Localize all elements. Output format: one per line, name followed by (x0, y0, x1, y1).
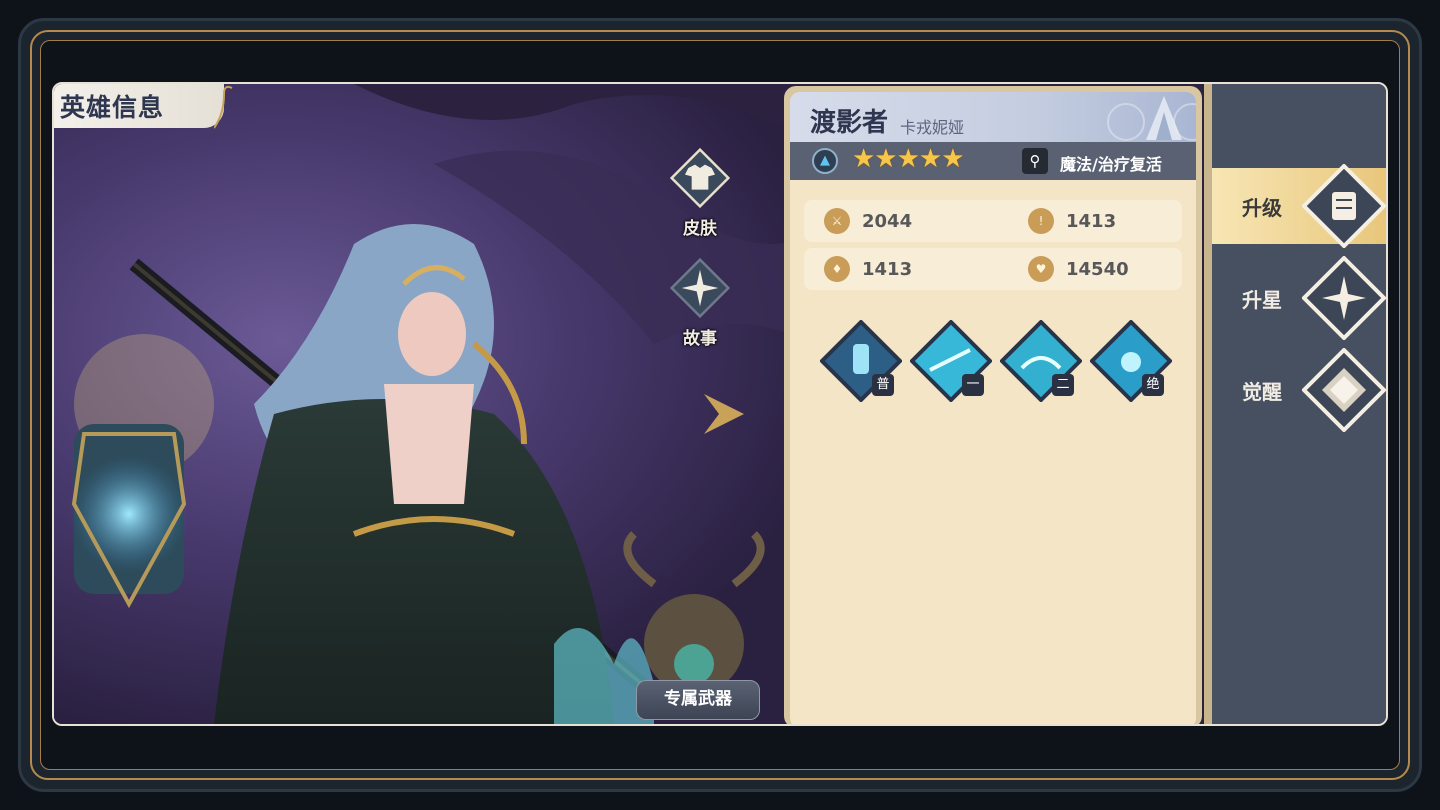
skin-button[interactable]: 皮肤 (660, 147, 740, 239)
scroll-icon (1302, 164, 1386, 248)
hero-name: 渡影者 (810, 108, 889, 138)
star-sparkle-icon (1302, 256, 1386, 340)
tab-upgrade-label: 升级 (1242, 196, 1282, 220)
skill-tag: 二 (1052, 374, 1074, 396)
hero-info-inner: 渡影者 卡戎妮娅 ▲ ★★★★★ ⚲ 魔法/治疗复活 ⚔ 2044 ! 1413 (790, 92, 1196, 724)
sparkle-icon (669, 257, 731, 319)
tab-star-up[interactable]: 升星 (1212, 256, 1386, 340)
hero-info-bar: ▲ ★★★★★ ⚲ 魔法/治疗复活 (790, 142, 1196, 180)
water-element-icon: ▲ (812, 148, 838, 174)
heart-icon: ♥ (1028, 256, 1054, 282)
screen-title-tab: 英雄信息 (54, 84, 224, 128)
tab-upgrade[interactable]: 升级 (1212, 164, 1386, 248)
hero-header: 渡影者 卡戎妮娅 ▲ ★★★★★ ⚲ 魔法/治疗复活 (790, 92, 1196, 180)
skill-tag: 绝 (1142, 374, 1164, 396)
hp-value: 14540 (1066, 258, 1129, 280)
sword-icon: ⚔ (824, 208, 850, 234)
shield-icon: ! (1028, 208, 1054, 234)
hero-subname: 卡戎妮娅 (900, 118, 965, 137)
tab-star-up-label: 升星 (1242, 288, 1282, 312)
screen-title: 英雄信息 (60, 93, 165, 122)
game-screen: 英雄信息 皮肤 故事 专属武器 渡影者 卡戎妮娅 ▲ ★★★★★ ⚲ 魔法/治疗… (52, 82, 1388, 726)
magic-defense-stat: ♦ 1413 (824, 248, 912, 290)
tab-awaken[interactable]: 觉醒 (1212, 348, 1386, 432)
shirt-icon (669, 147, 731, 209)
skill-tag: 普 (872, 374, 894, 396)
hero-info-panel: 渡影者 卡戎妮娅 ▲ ★★★★★ ⚲ 魔法/治疗复活 ⚔ 2044 ! 1413 (784, 86, 1202, 724)
awaken-diamond-icon (1302, 348, 1386, 432)
defense-value: 1413 (1066, 210, 1117, 232)
story-label: 故事 (683, 329, 717, 349)
skill-tag: 一 (962, 374, 984, 396)
skill-one[interactable]: 一 (909, 319, 993, 403)
exclusive-weapon-button[interactable]: 专属武器 (636, 680, 760, 720)
attack-stat: ⚔ 2044 (824, 200, 912, 242)
skill-normal[interactable]: 普 (819, 319, 903, 403)
attack-value: 2044 (862, 210, 913, 232)
hp-stat: ♥ 14540 (1028, 248, 1129, 290)
skill-two[interactable]: 二 (999, 319, 1083, 403)
function-tabs: 升级 升星 觉醒 (1212, 84, 1386, 724)
stat-row-1: ⚔ 2044 ! 1413 (804, 200, 1182, 242)
hero-class: 魔法/治疗复活 (1060, 155, 1162, 174)
story-button[interactable]: 故事 (660, 257, 740, 349)
magic-defense-value: 1413 (862, 258, 913, 280)
skin-label: 皮肤 (683, 219, 717, 239)
defense-stat: ! 1413 (1028, 200, 1116, 242)
tab-awaken-label: 觉醒 (1242, 380, 1282, 404)
emblem-icon (1107, 96, 1196, 141)
skill-ultimate[interactable]: 绝 (1089, 319, 1173, 403)
title-ornament (214, 85, 233, 129)
magic-shield-icon: ♦ (824, 256, 850, 282)
star-rating: ★★★★★ (852, 144, 965, 174)
stat-row-2: ♦ 1413 ♥ 14540 (804, 248, 1182, 290)
staff-class-icon: ⚲ (1022, 148, 1048, 174)
tabs-divider (1204, 84, 1212, 724)
